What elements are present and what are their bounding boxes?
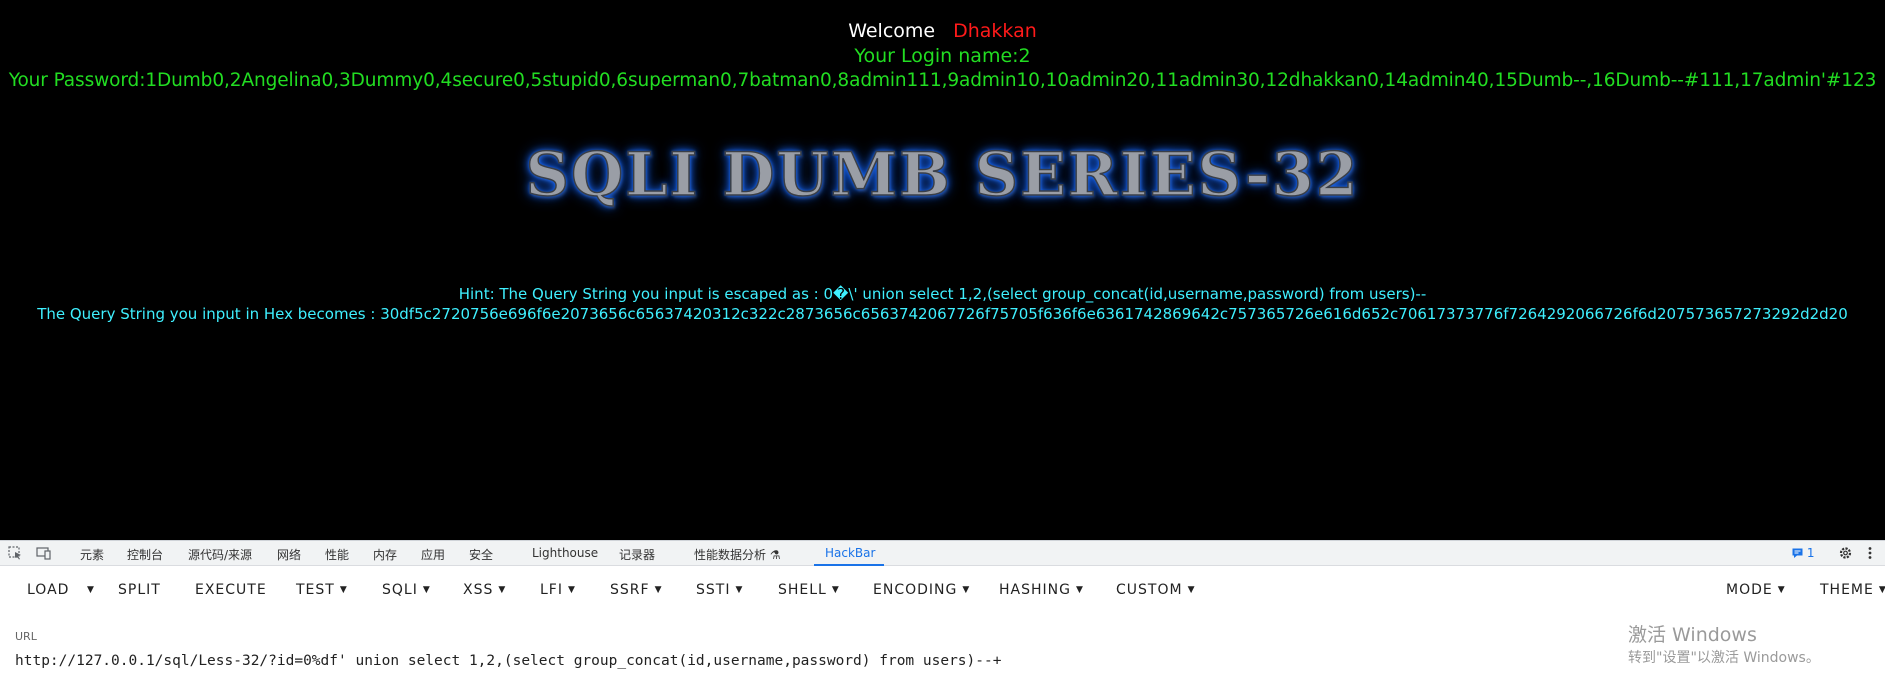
test-menu-button[interactable]: TEST ▼ [296, 582, 348, 598]
mode-menu-button[interactable]: MODE ▼ [1726, 582, 1786, 598]
devtools-panel: 元素 控制台 源代码/来源 网络 性能 内存 应用 安全 Lighthouse … [0, 540, 1885, 680]
execute-button[interactable]: EXECUTE [195, 582, 267, 598]
custom-label: CUSTOM [1116, 582, 1183, 598]
chevron-down-icon: ▼ [1187, 585, 1196, 595]
tab-hackbar[interactable]: HackBar [825, 546, 875, 560]
message-icon [1792, 548, 1803, 558]
chevron-down-icon: ▼ [1777, 585, 1786, 595]
hashing-menu-button[interactable]: HASHING ▼ [999, 582, 1084, 598]
xss-label: XSS [463, 582, 494, 598]
load-dropdown-icon[interactable]: ▼ [87, 582, 95, 598]
theme-label: THEME [1820, 582, 1874, 598]
tab-console[interactable]: 控制台 [127, 546, 163, 563]
welcome-line: Welcome Dhakkan [0, 20, 1885, 42]
url-input[interactable]: http://127.0.0.1/sql/Less-32/?id=0%df' u… [15, 653, 1001, 669]
hex-line: The Query String you input in Hex become… [37, 305, 1848, 323]
title-banner: SQLI DUMB SERIES-32 [0, 139, 1885, 211]
sqli-label: SQLI [382, 582, 418, 598]
custom-menu-button[interactable]: CUSTOM ▼ [1116, 582, 1195, 598]
lfi-menu-button[interactable]: LFI ▼ [540, 582, 576, 598]
kebab-menu-icon[interactable] [1866, 546, 1874, 560]
tab-network[interactable]: 网络 [277, 546, 301, 563]
shell-menu-button[interactable]: SHELL ▼ [778, 582, 840, 598]
hint-line: Hint: The Query String you input is esca… [458, 285, 1427, 303]
welcome-username: Dhakkan [953, 20, 1037, 42]
inspect-icon[interactable] [8, 546, 23, 560]
tab-memory[interactable]: 内存 [373, 546, 397, 563]
ssti-label: SSTI [696, 582, 731, 598]
chevron-down-icon: ▼ [962, 585, 971, 595]
chevron-down-icon: ▼ [422, 585, 431, 595]
chevron-down-icon: ▼ [498, 585, 507, 595]
hackbar-toolbar: LOAD ▼ SPLIT EXECUTE TEST ▼ SQLI ▼ XSS ▼ LF… [0, 566, 1885, 612]
split-button[interactable]: SPLIT [118, 582, 161, 598]
xss-menu-button[interactable]: XSS ▼ [463, 582, 506, 598]
load-button[interactable]: LOAD [27, 582, 69, 598]
load-label: LOAD [27, 582, 70, 598]
encoding-label: ENCODING [873, 582, 958, 598]
devtools-tab-bar: 元素 控制台 源代码/来源 网络 性能 内存 应用 安全 Lighthouse … [0, 540, 1885, 566]
chevron-down-icon: ▼ [567, 585, 576, 595]
tab-sources[interactable]: 源代码/来源 [188, 546, 252, 563]
issues-count: 1 [1806, 546, 1815, 560]
hashing-label: HASHING [999, 582, 1071, 598]
test-label: TEST [296, 582, 335, 598]
ssrf-label: SSRF [610, 582, 650, 598]
windows-activation-hint: 转到"设置"以激活 Windows。 [1628, 650, 1820, 666]
tab-performance[interactable]: 性能 [325, 546, 349, 563]
login-name-line: Your Login name:2 [854, 45, 1031, 67]
tab-recorder[interactable]: 记录器 [619, 546, 655, 563]
tab-lighthouse[interactable]: Lighthouse [532, 546, 598, 560]
sqli-page: Welcome Dhakkan Your Login name:2 Your Pa… [0, 0, 1885, 540]
split-label: SPLIT [118, 582, 161, 598]
theme-menu-button[interactable]: THEME ▼ [1820, 582, 1885, 598]
execute-label: EXECUTE [195, 582, 267, 598]
chevron-down-icon: ▼ [339, 585, 348, 595]
tab-security[interactable]: 安全 [469, 546, 493, 563]
page-title: SQLI DUMB SERIES-32 [525, 139, 1360, 211]
chevron-down-icon: ▼ [831, 585, 840, 595]
gear-icon[interactable] [1838, 546, 1853, 560]
tab-elements[interactable]: 元素 [80, 546, 104, 563]
chevron-down-icon: ▼ [1878, 585, 1885, 595]
ssrf-menu-button[interactable]: SSRF ▼ [610, 582, 662, 598]
lfi-label: LFI [540, 582, 563, 598]
sqli-menu-button[interactable]: SQLI ▼ [382, 582, 431, 598]
chevron-down-icon: ▼ [735, 585, 744, 595]
chevron-down-icon: ▼ [1075, 585, 1084, 595]
password-line: Your Password:1Dumb0,2Angelina0,3Dummy0,… [8, 70, 1877, 91]
windows-activation-title: 激活 Windows [1628, 624, 1757, 646]
tab-performance-insights[interactable]: 性能数据分析 ⚗ [694, 546, 781, 563]
shell-label: SHELL [778, 582, 827, 598]
url-label: URL [15, 630, 37, 643]
welcome-label: Welcome [848, 20, 936, 42]
chevron-down-icon: ▼ [654, 585, 663, 595]
device-toggle-icon[interactable] [36, 546, 51, 560]
issues-badge[interactable]: 1 [1792, 546, 1814, 560]
tab-application[interactable]: 应用 [421, 546, 445, 563]
ssti-menu-button[interactable]: SSTI ▼ [696, 582, 743, 598]
encoding-menu-button[interactable]: ENCODING ▼ [873, 582, 970, 598]
mode-label: MODE [1726, 582, 1773, 598]
